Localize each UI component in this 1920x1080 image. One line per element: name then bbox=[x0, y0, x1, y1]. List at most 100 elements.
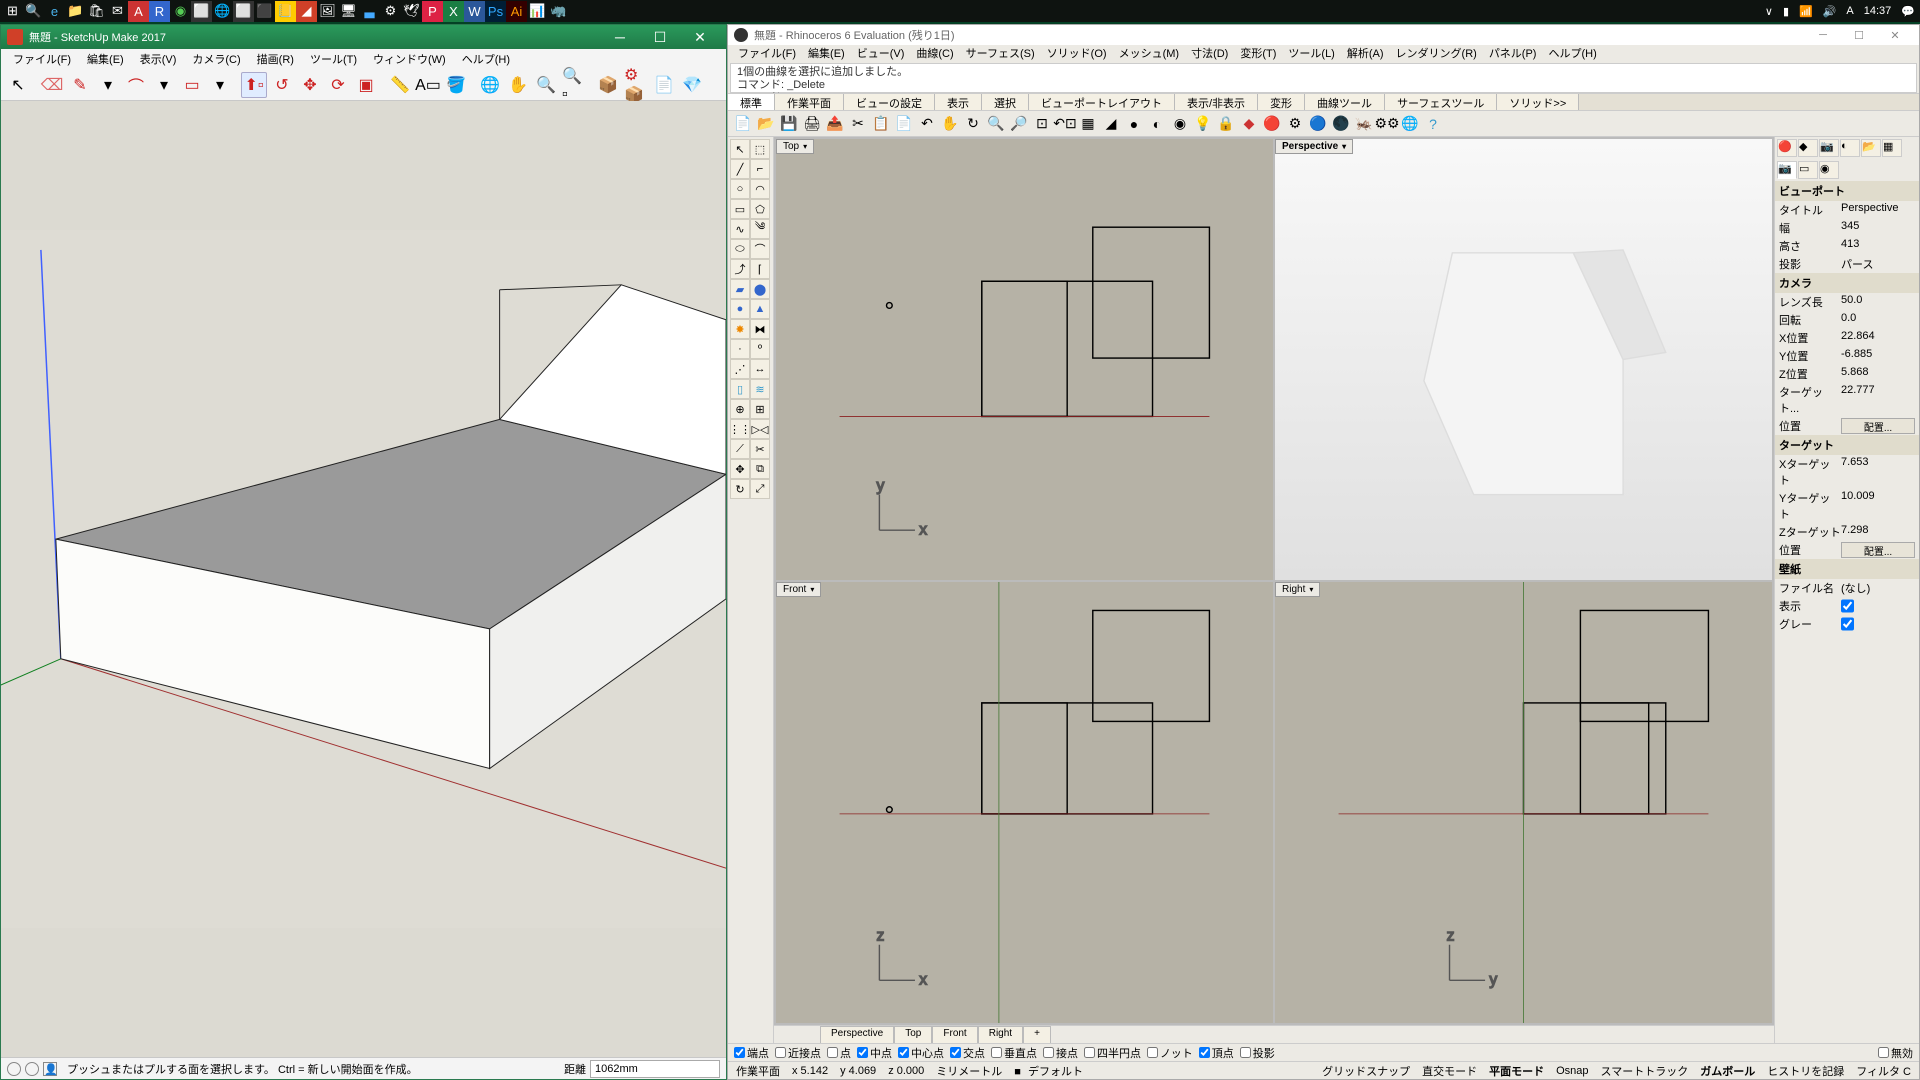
panel-tab-icon[interactable]: ◆ bbox=[1798, 139, 1818, 157]
lock-icon[interactable]: 🔒 bbox=[1215, 113, 1237, 135]
tab-select[interactable]: 選択 bbox=[982, 94, 1029, 110]
rhino-titlebar[interactable]: 無題 - Rhinoceros 6 Evaluation (残り1日) ─ ☐ … bbox=[728, 25, 1919, 45]
cylinder-tool-icon[interactable]: ⬤ bbox=[750, 279, 770, 299]
app-icon[interactable]: 🖼 bbox=[317, 1, 338, 22]
rotate-tool[interactable]: ⟳ bbox=[325, 72, 351, 98]
osnap-無効[interactable]: 無効 bbox=[1878, 1045, 1913, 1061]
menu-item[interactable]: パネル(P) bbox=[1483, 45, 1543, 63]
rect-tool-icon[interactable]: ▭ bbox=[730, 199, 750, 219]
sphere-tool-icon[interactable]: ● bbox=[730, 299, 750, 319]
render-icon[interactable]: ◉ bbox=[1169, 113, 1191, 135]
lasso-tool-icon[interactable]: ⬚ bbox=[750, 139, 770, 159]
action-center-icon[interactable]: 💬 bbox=[1898, 5, 1918, 18]
status-item[interactable]: フィルタ C bbox=[1852, 1063, 1915, 1079]
menu-draw[interactable]: 描画(R) bbox=[249, 51, 302, 67]
viewport-label[interactable]: Top bbox=[776, 139, 814, 154]
illustrator-icon[interactable]: Ai bbox=[506, 1, 527, 22]
rhino-icon[interactable]: 🦏 bbox=[548, 1, 569, 22]
osnap-接点[interactable]: 接点 bbox=[1043, 1045, 1078, 1061]
orbit-tool[interactable]: 🌐 bbox=[477, 72, 503, 98]
zoom-ext-icon[interactable]: ⊡ bbox=[1031, 113, 1053, 135]
menu-item[interactable]: 変形(T) bbox=[1234, 45, 1282, 63]
viewport-front[interactable]: Front xz bbox=[776, 582, 1273, 1023]
text-tool[interactable]: A▭ bbox=[415, 72, 441, 98]
menu-item[interactable]: ツール(L) bbox=[1282, 45, 1340, 63]
osnap-checkbox[interactable] bbox=[991, 1047, 1002, 1058]
cone-tool-icon[interactable]: ▲ bbox=[750, 299, 770, 319]
prop-value[interactable]: パース bbox=[1841, 256, 1915, 272]
menu-tools[interactable]: ツール(T) bbox=[302, 51, 365, 67]
curve-tool-icon[interactable]: ∿ bbox=[730, 219, 750, 239]
polyline-tool-icon[interactable]: ⌐ bbox=[750, 159, 770, 179]
osnap-頂点[interactable]: 頂点 bbox=[1199, 1045, 1234, 1061]
extension-tool[interactable]: ⚙📦 bbox=[623, 72, 649, 98]
excel-icon[interactable]: X bbox=[443, 1, 464, 22]
osnap-checkbox[interactable] bbox=[857, 1047, 868, 1058]
prop-value[interactable]: Perspective bbox=[1841, 202, 1915, 218]
panel-tab-viewport[interactable]: 📷 bbox=[1777, 161, 1797, 179]
scale-tool[interactable]: ▣ bbox=[353, 72, 379, 98]
pushpull-tool[interactable]: ⬆▫ bbox=[241, 72, 267, 98]
osnap-checkbox[interactable] bbox=[898, 1047, 909, 1058]
pan-icon[interactable]: ✋ bbox=[939, 113, 961, 135]
line-tool[interactable]: ✎ bbox=[67, 72, 93, 98]
osnap-checkbox[interactable] bbox=[1043, 1047, 1054, 1058]
help-icon[interactable]: ? bbox=[1422, 113, 1444, 135]
prop-value[interactable]: (なし) bbox=[1841, 580, 1915, 596]
osnap-checkbox[interactable] bbox=[1199, 1047, 1210, 1058]
place-button[interactable]: 配置... bbox=[1841, 542, 1915, 558]
tab-visibility[interactable]: 表示/非表示 bbox=[1175, 94, 1258, 110]
menu-item[interactable]: 解析(A) bbox=[1341, 45, 1390, 63]
menu-item[interactable]: ファイル(F) bbox=[732, 45, 802, 63]
grid-icon[interactable]: ▦ bbox=[1077, 113, 1099, 135]
extrude-tool-icon[interactable]: ▯ bbox=[730, 379, 750, 399]
menu-camera[interactable]: カメラ(C) bbox=[184, 51, 248, 67]
menu-item[interactable]: レンダリング(R) bbox=[1390, 45, 1483, 63]
boolean-tool-icon[interactable]: ⊕ bbox=[730, 399, 750, 419]
props-icon[interactable]: ⚙ bbox=[1284, 113, 1306, 135]
status-icon[interactable] bbox=[7, 1062, 21, 1076]
status-layer[interactable]: ■ デフォルト bbox=[1010, 1063, 1091, 1079]
extend-tool-icon[interactable]: ⤴ bbox=[730, 259, 750, 279]
viewport-right[interactable]: Right yz bbox=[1275, 582, 1772, 1023]
osnap-中心点[interactable]: 中心点 bbox=[898, 1045, 944, 1061]
edge-icon[interactable]: e bbox=[44, 1, 65, 22]
print-icon[interactable]: 🖨 bbox=[801, 113, 823, 135]
explode-tool-icon[interactable]: ✸ bbox=[730, 319, 750, 339]
panel-tab-icon[interactable]: 🔴 bbox=[1777, 139, 1797, 157]
osnap-ノット[interactable]: ノット bbox=[1147, 1045, 1193, 1061]
viewport-top[interactable]: Top xy bbox=[776, 139, 1273, 580]
prop-value[interactable]: 7.298 bbox=[1841, 524, 1915, 540]
prop-value[interactable]: 22.864 bbox=[1841, 330, 1915, 346]
app-icon[interactable]: 🖥 bbox=[338, 1, 359, 22]
status-units[interactable]: ミリメートル bbox=[932, 1063, 1006, 1079]
menu-file[interactable]: ファイル(F) bbox=[5, 51, 79, 67]
status-item[interactable]: Osnap bbox=[1552, 1065, 1592, 1077]
copy-tool-icon[interactable]: ⧉ bbox=[750, 459, 770, 479]
volume-icon[interactable]: 🔊 bbox=[1820, 5, 1840, 18]
fillet-tool-icon[interactable]: ⌈ bbox=[750, 259, 770, 279]
panel-tab-icon[interactable]: ◉ bbox=[1819, 161, 1839, 179]
status-item[interactable]: 平面モード bbox=[1485, 1063, 1548, 1079]
viewport-label[interactable]: Right bbox=[1275, 582, 1320, 597]
viewport-label[interactable]: Front bbox=[776, 582, 821, 597]
tab-layout[interactable]: ビューポートレイアウト bbox=[1029, 94, 1175, 110]
panel-tab-icon[interactable]: ▭ bbox=[1798, 161, 1818, 179]
osnap-checkbox[interactable] bbox=[950, 1047, 961, 1058]
menu-item[interactable]: サーフェス(S) bbox=[960, 45, 1041, 63]
extension-mgr[interactable]: 💎 bbox=[679, 72, 705, 98]
menu-view[interactable]: 表示(V) bbox=[132, 51, 185, 67]
point-tool-icon[interactable]: · bbox=[730, 339, 750, 359]
app-icon[interactable]: A bbox=[128, 1, 149, 22]
tab-solid[interactable]: ソリッド>> bbox=[1497, 94, 1579, 110]
app-icon[interactable]: 🕊 bbox=[401, 1, 422, 22]
line-dropdown[interactable]: ▾ bbox=[95, 72, 121, 98]
osnap-投影[interactable]: 投影 bbox=[1240, 1045, 1275, 1061]
offset-tool[interactable]: ↺ bbox=[269, 72, 295, 98]
tab-standard[interactable]: 標準 bbox=[728, 94, 775, 110]
sketchup-icon[interactable]: ◢ bbox=[296, 1, 317, 22]
app-icon[interactable]: ⚙ bbox=[380, 1, 401, 22]
word-icon[interactable]: W bbox=[464, 1, 485, 22]
osnap-近接点[interactable]: 近接点 bbox=[775, 1045, 821, 1061]
line-tool-icon[interactable]: ╱ bbox=[730, 159, 750, 179]
